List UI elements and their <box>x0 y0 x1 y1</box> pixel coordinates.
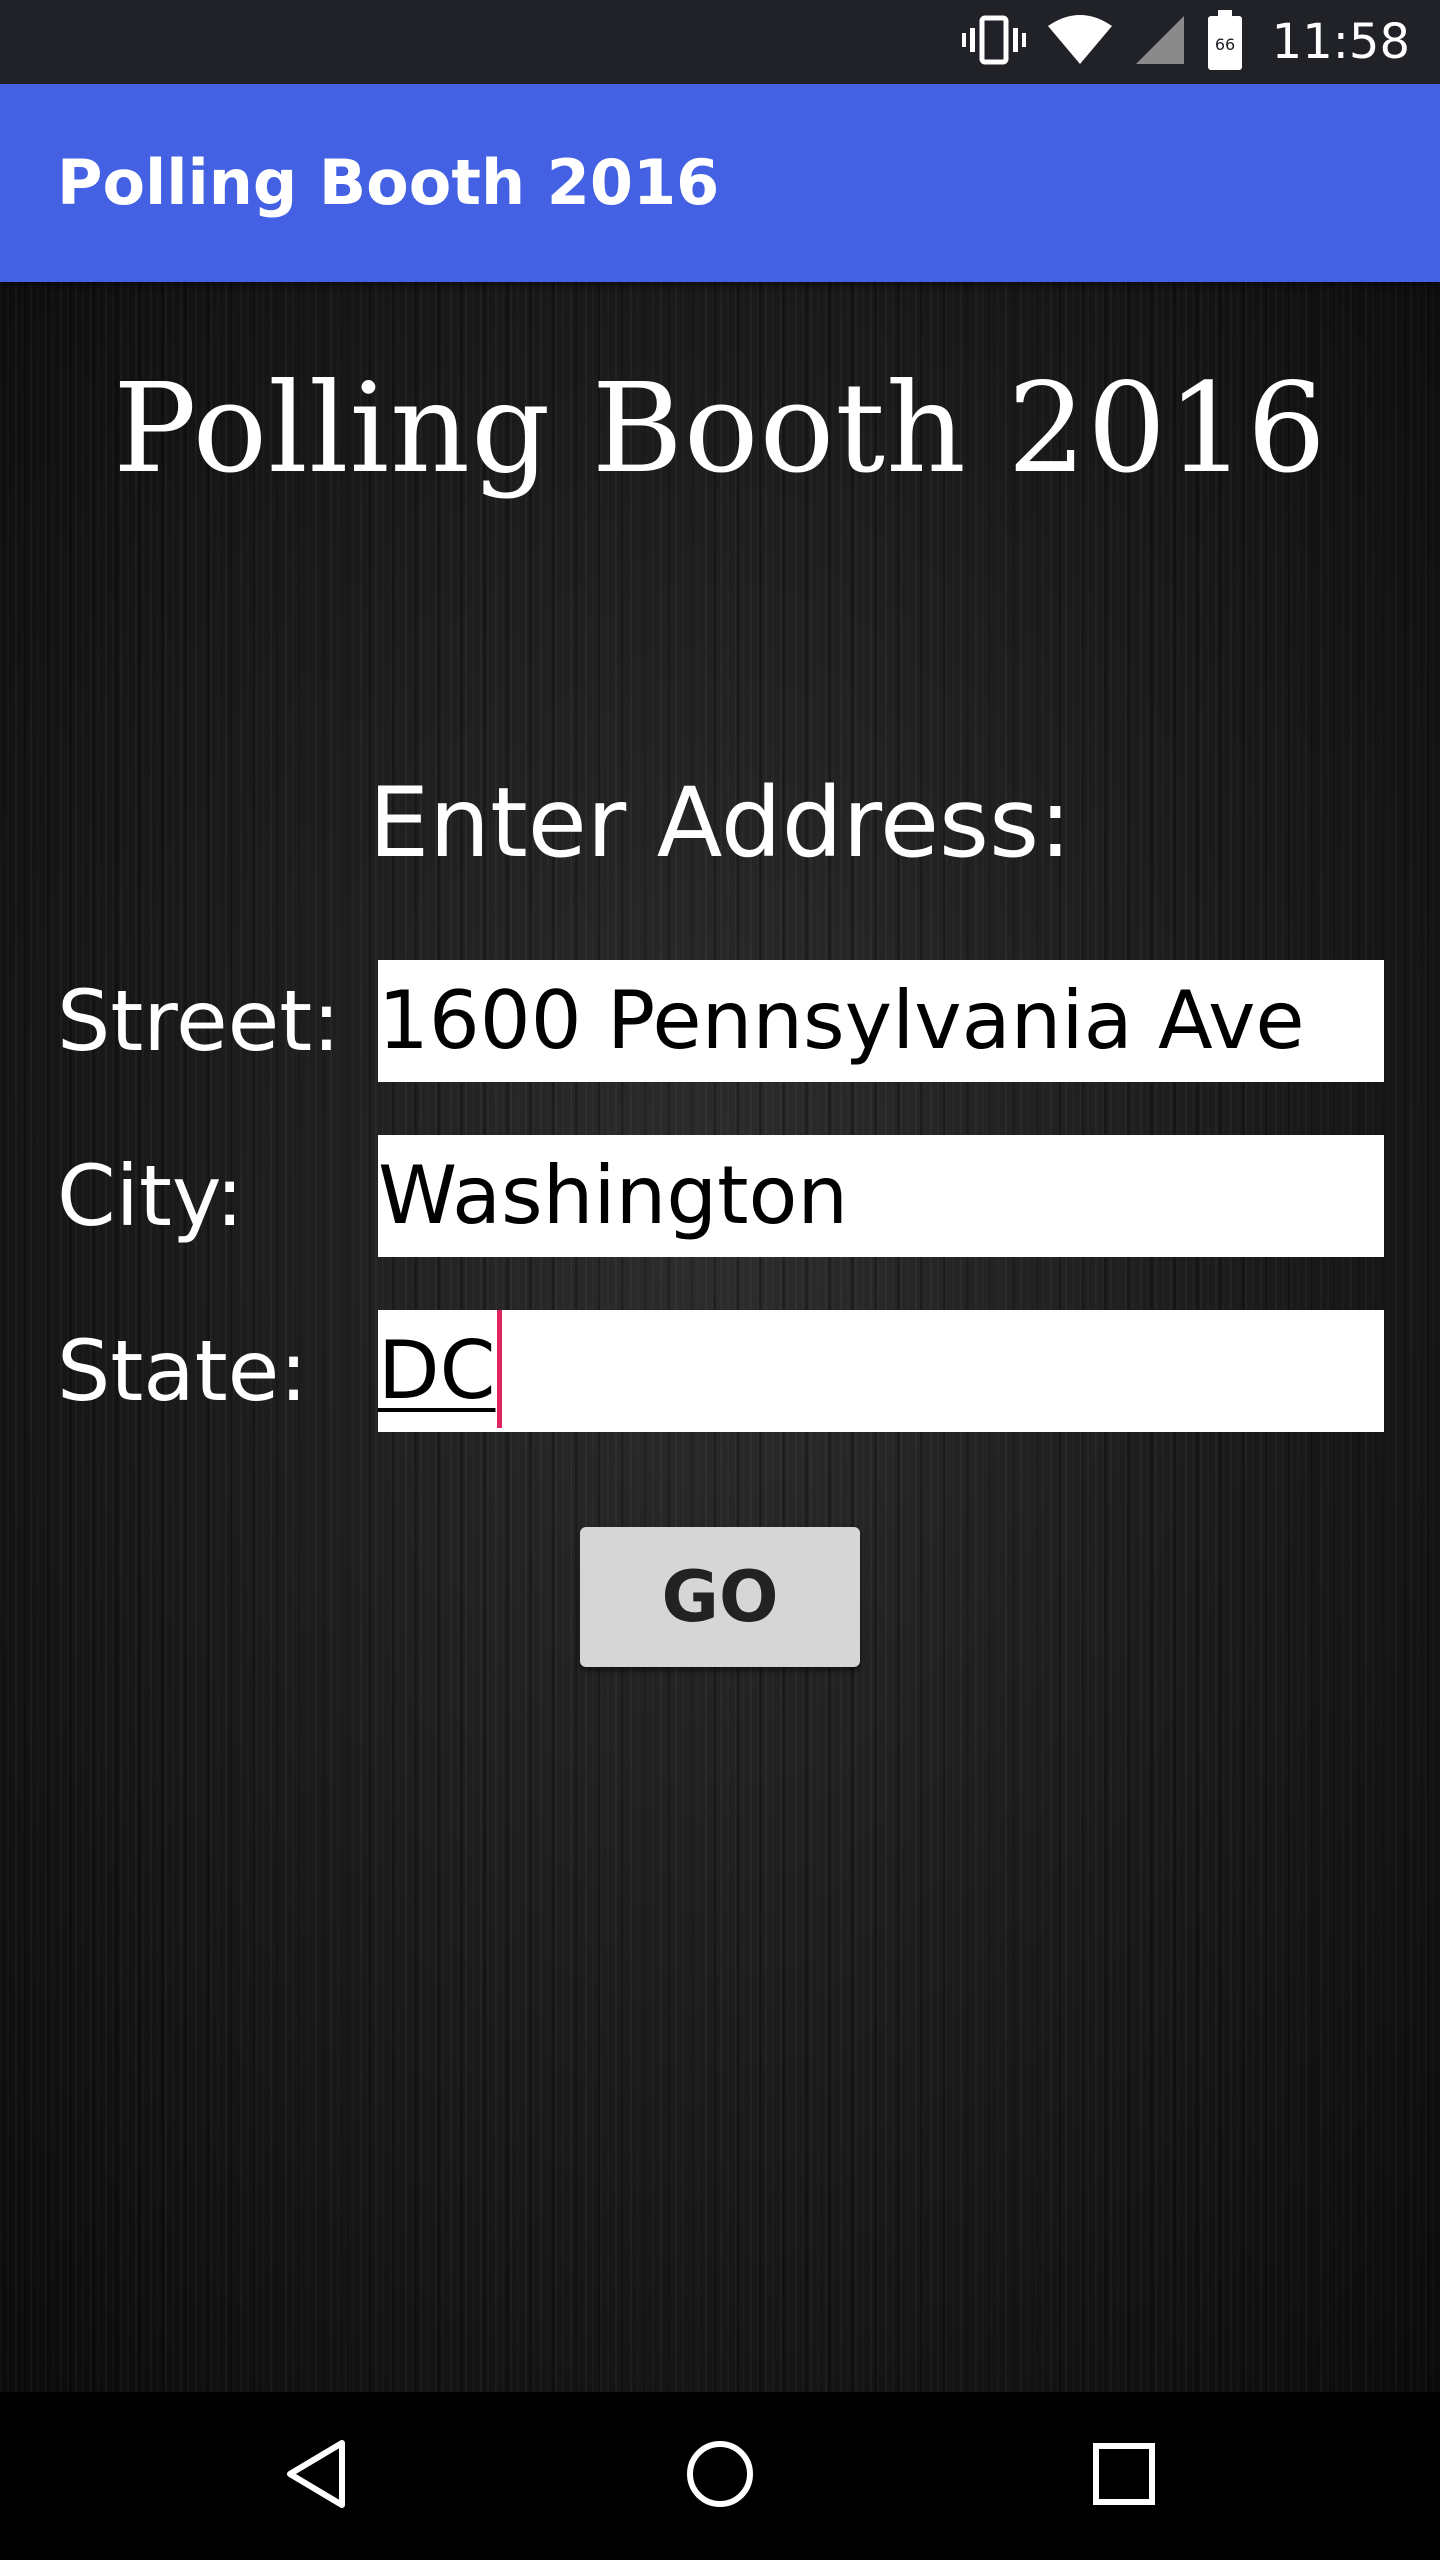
status-time: 11:58 <box>1271 14 1410 70</box>
street-label: Street: <box>57 972 341 1070</box>
back-button[interactable] <box>236 2392 396 2560</box>
screen: 66 11:58 Polling Booth 2016 Polling Boot… <box>0 0 1440 2560</box>
vibrate-icon <box>961 14 1026 70</box>
state-label: State: <box>57 1322 308 1420</box>
wifi-icon <box>1047 14 1112 70</box>
recents-button[interactable] <box>1044 2392 1204 2560</box>
state-input-value: DC <box>378 1324 496 1417</box>
svg-text:66: 66 <box>1214 35 1234 54</box>
battery-icon: 66 <box>1207 10 1242 74</box>
main-content: Polling Booth 2016 Enter Address: Street… <box>0 282 1440 2392</box>
status-icons: 66 11:58 <box>961 0 1410 84</box>
street-input-value: 1600 Pennsylvania Ave <box>378 974 1305 1067</box>
status-bar: 66 11:58 <box>0 0 1440 84</box>
page-title: Polling Booth 2016 <box>113 357 1327 501</box>
app-bar: Polling Booth 2016 <box>0 84 1440 282</box>
back-icon <box>284 2439 348 2513</box>
address-prompt: Enter Address: <box>368 767 1072 879</box>
app-bar-title: Polling Booth 2016 <box>57 146 720 219</box>
street-input[interactable]: 1600 Pennsylvania Ave <box>378 960 1384 1082</box>
home-icon <box>685 2439 755 2513</box>
cell-signal-icon <box>1134 14 1186 70</box>
city-label: City: <box>57 1147 244 1245</box>
city-input[interactable]: Washington <box>378 1135 1384 1257</box>
navigation-bar <box>0 2392 1440 2560</box>
home-button[interactable] <box>640 2392 800 2560</box>
go-button[interactable]: GO <box>580 1527 860 1667</box>
text-cursor <box>497 1310 503 1428</box>
city-input-value: Washington <box>378 1149 849 1242</box>
recents-icon <box>1092 2442 1156 2510</box>
state-input[interactable]: DC <box>378 1310 1384 1432</box>
